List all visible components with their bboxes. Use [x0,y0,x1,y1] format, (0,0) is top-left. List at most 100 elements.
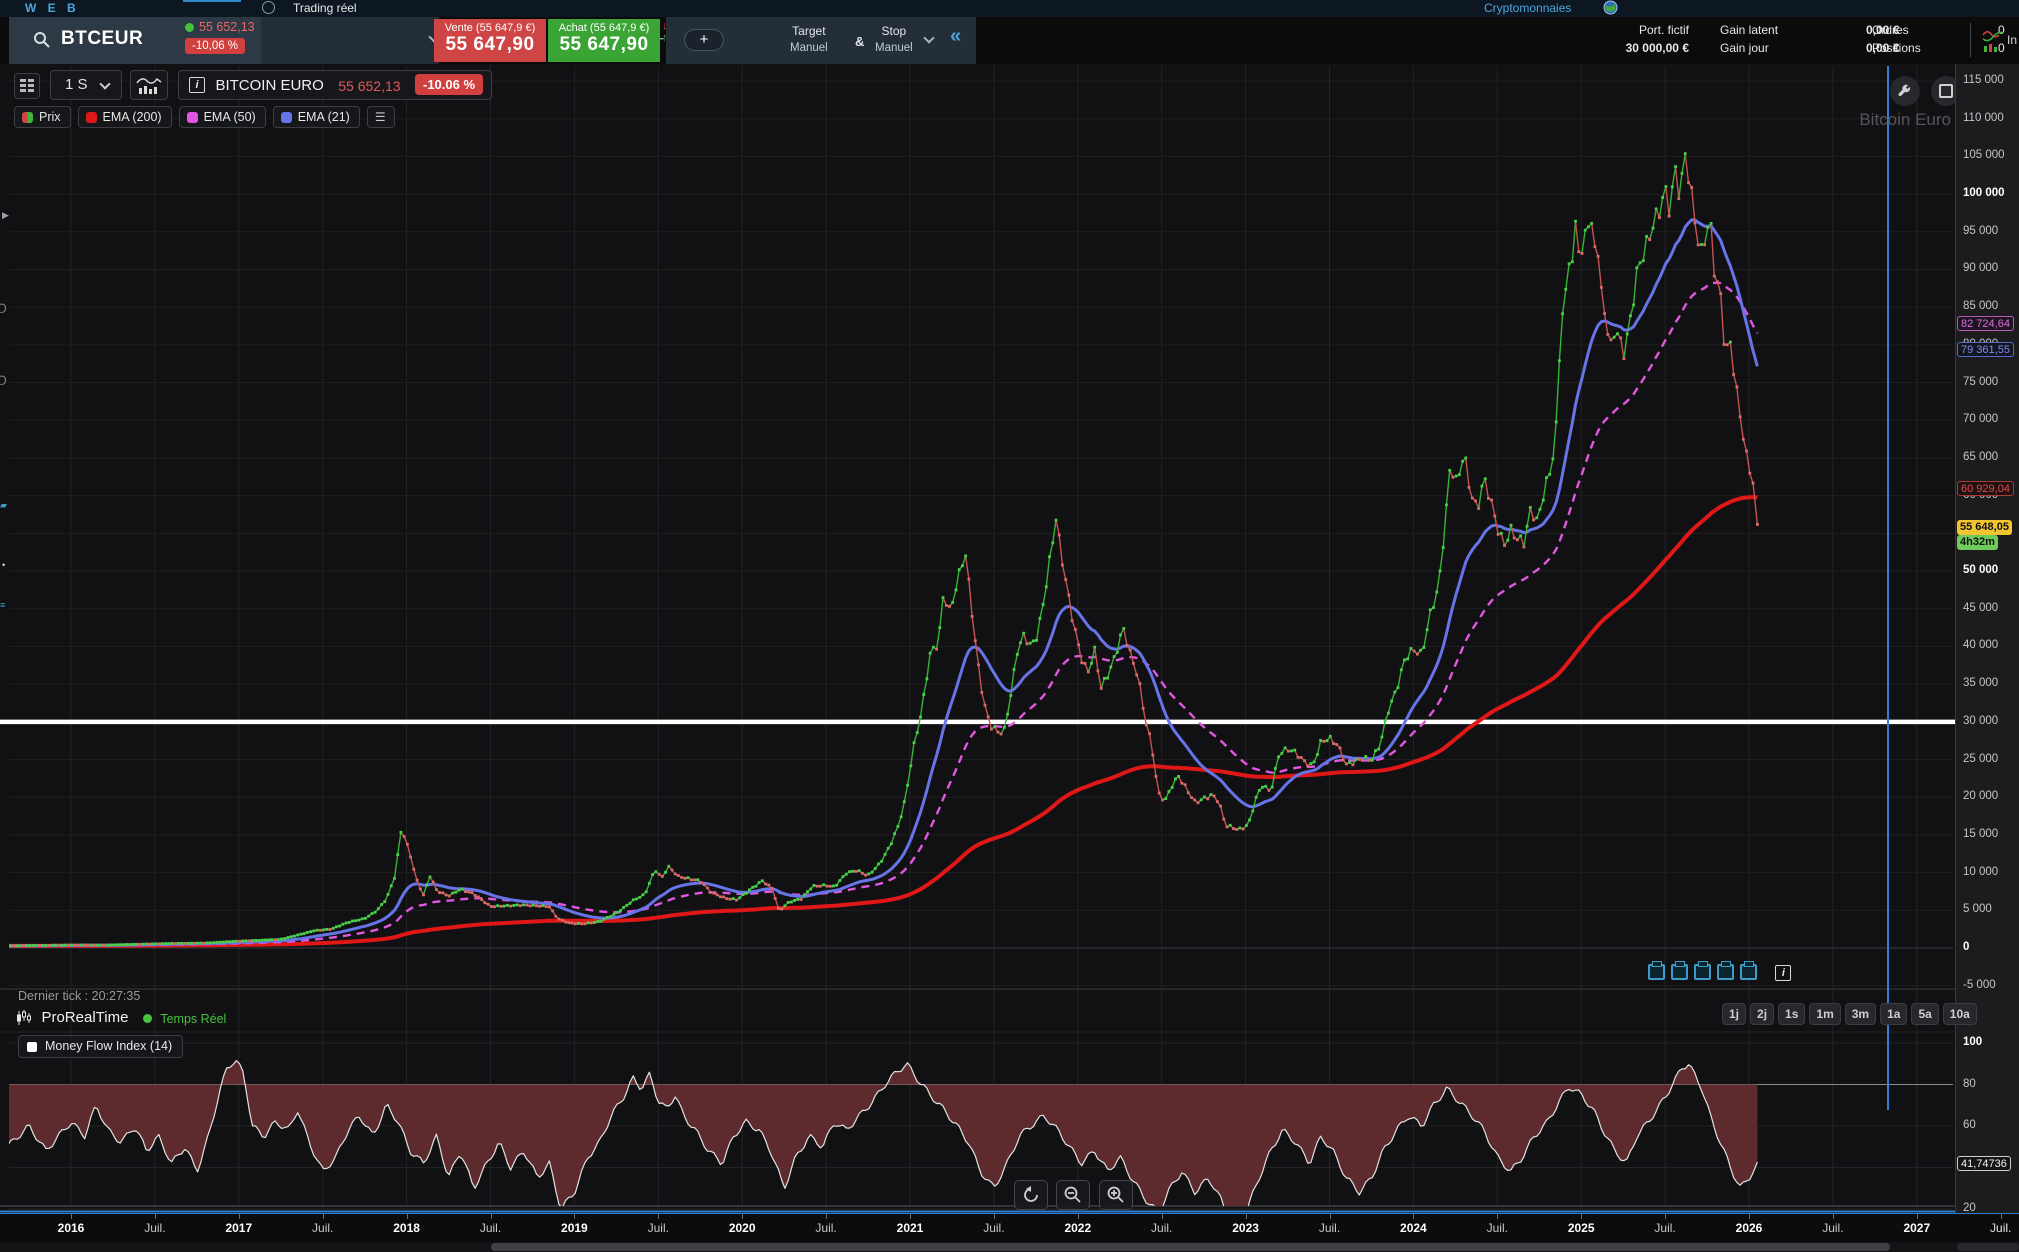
chart-style-button[interactable] [130,70,168,100]
price-tick: -5 000 [1963,979,1996,991]
ampersand: & [855,34,864,49]
last-tick-status: Dernier tick : 20:27:35 [18,989,140,1003]
price-tick: 110 000 [1963,112,2004,124]
range-button-1j[interactable]: 1j [1722,1003,1746,1025]
symbol-label[interactable]: BTCEUR [61,28,143,50]
brand-row: ProRealTime Temps Réel [16,1009,226,1029]
sell-button[interactable]: Vente (55 647,9 €) 55 647,90 [434,19,546,62]
time-tick [1665,1214,1666,1219]
legend-label: Prix [39,110,61,124]
time-tick [742,1214,743,1219]
realtime-label: Temps Réel [160,1012,226,1026]
legend-item-ema-50-[interactable]: EMA (50) [179,106,266,128]
clipboard-icon[interactable] [1671,964,1688,980]
month-label: Juil. [1319,1221,1340,1235]
clipboard-icon[interactable] [1740,964,1757,980]
time-tick [1833,1214,1834,1219]
mfi-tick: 100 [1963,1036,1982,1048]
price-tick: 20 000 [1963,790,1998,802]
year-label: 2024 [1400,1221,1427,1235]
zoom-out-button[interactable] [1056,1180,1090,1210]
info-icon[interactable]: i [1775,965,1791,981]
range-button-2j[interactable]: 2j [1750,1003,1774,1025]
year-label: 2026 [1736,1221,1763,1235]
range-button-5a[interactable]: 5a [1911,1003,1938,1025]
range-button-1s[interactable]: 1s [1778,1003,1805,1025]
clipboard-icon[interactable] [1648,964,1665,980]
year-label: 2027 [1903,1221,1930,1235]
horizontal-scrollbar[interactable] [0,1242,2019,1252]
time-tick [1917,1214,1918,1219]
range-button-1a[interactable]: 1a [1880,1003,1907,1025]
chart-zoom-controls [1014,1180,1137,1210]
collapsed-panel-glyph: • [2,560,5,570]
time-tick [1497,1214,1498,1219]
search-icon[interactable] [33,31,51,54]
price-label-countdown: 4h32m [1957,535,1998,550]
price-axis[interactable]: 115 000110 000105 000100 00095 00090 000… [1955,64,2019,1213]
time-tick [491,1214,492,1219]
target-manual[interactable]: TargetManuel [790,23,828,57]
legend-item-prix[interactable]: Prix [14,106,71,128]
price-tick: 10 000 [1963,866,1998,878]
price-tick: 95 000 [1963,225,1998,237]
instrument-change-badge: -10.06 % [415,74,483,95]
clipboard-icon[interactable] [1694,964,1711,980]
legend-item-ema-200-[interactable]: EMA (200) [78,106,172,128]
collapsed-panel-glyph: O [0,300,7,316]
buy-price: 55 647,90 [548,34,660,56]
buy-caption: Achat (55 647,9 €) [548,19,660,34]
market-open-dot [185,23,194,32]
stop-manual[interactable]: StopManuel [875,23,913,57]
reset-zoom-button[interactable] [1014,1180,1048,1210]
year-label: 2025 [1568,1221,1595,1235]
quantity-section: − Qté 1 + [261,17,439,64]
year-label: 2018 [393,1221,420,1235]
buy-button[interactable]: Achat (55 647,9 €) 55 647,90 [548,19,660,62]
time-tick [1246,1214,1247,1219]
legend-swatch [86,112,97,123]
collapse-panel-icon[interactable]: « [950,25,961,48]
clipboard-icon[interactable] [1717,964,1734,980]
mfi-legend-chip[interactable]: Money Flow Index (14) [18,1035,183,1058]
time-tick [658,1214,659,1219]
instrument-info-bar[interactable]: i BITCOIN EURO 55 652,13 -10.06 % [178,70,492,100]
clipboard-tools: i [1648,964,1791,985]
time-tick [71,1214,72,1219]
range-button-10a[interactable]: 10a [1943,1003,1977,1025]
legend-swatch [187,112,198,123]
brand-name[interactable]: ProRealTime [41,1009,128,1026]
indices-label[interactable]: In [2007,33,2017,47]
realtime-dot [143,1014,152,1023]
timeframe-select[interactable]: 1 S [50,70,122,100]
collapsed-panel-arrow-icon[interactable]: ▶ [2,210,9,221]
price-tick: 30 000 [1963,715,1998,727]
price-tick: 105 000 [1963,149,2005,161]
info-icon: i [189,77,205,93]
price-tick: 115 000 [1963,74,2004,86]
time-tick [1413,1214,1414,1219]
indicator-list-button[interactable]: ☰ [367,106,395,128]
zoom-in-button[interactable] [1099,1180,1133,1210]
chart-settings-button[interactable] [1890,76,1920,106]
legend-label: EMA (21) [298,110,350,124]
month-label: Juil. [1487,1221,1508,1235]
add-target-button[interactable]: + [684,29,724,51]
price-chart-canvas[interactable] [0,0,2019,1252]
collapsed-panel-glyph: O [0,372,7,388]
instrument-watermark: Bitcoin Euro [1859,110,1951,130]
indices-chart-icon[interactable] [1982,27,2004,58]
layout-grid-button[interactable] [14,73,40,99]
trading-mode-label[interactable]: Trading réel [293,1,357,15]
range-button-3m[interactable]: 3m [1845,1003,1876,1025]
price-tick: 70 000 [1963,413,1998,425]
series-legend: Prix EMA (200) EMA (50) EMA (21) ☰ [14,106,395,128]
trading-mode-radio[interactable] [262,1,275,14]
scrollbar-thumb[interactable] [491,1243,1890,1251]
year-label: 2019 [561,1221,588,1235]
price-tick: 5 000 [1963,903,1992,915]
time-tick [2001,1214,2002,1219]
range-button-1m[interactable]: 1m [1809,1003,1840,1025]
legend-item-ema-21-[interactable]: EMA (21) [273,106,360,128]
category-link[interactable]: Cryptomonnaies [1484,1,1571,15]
